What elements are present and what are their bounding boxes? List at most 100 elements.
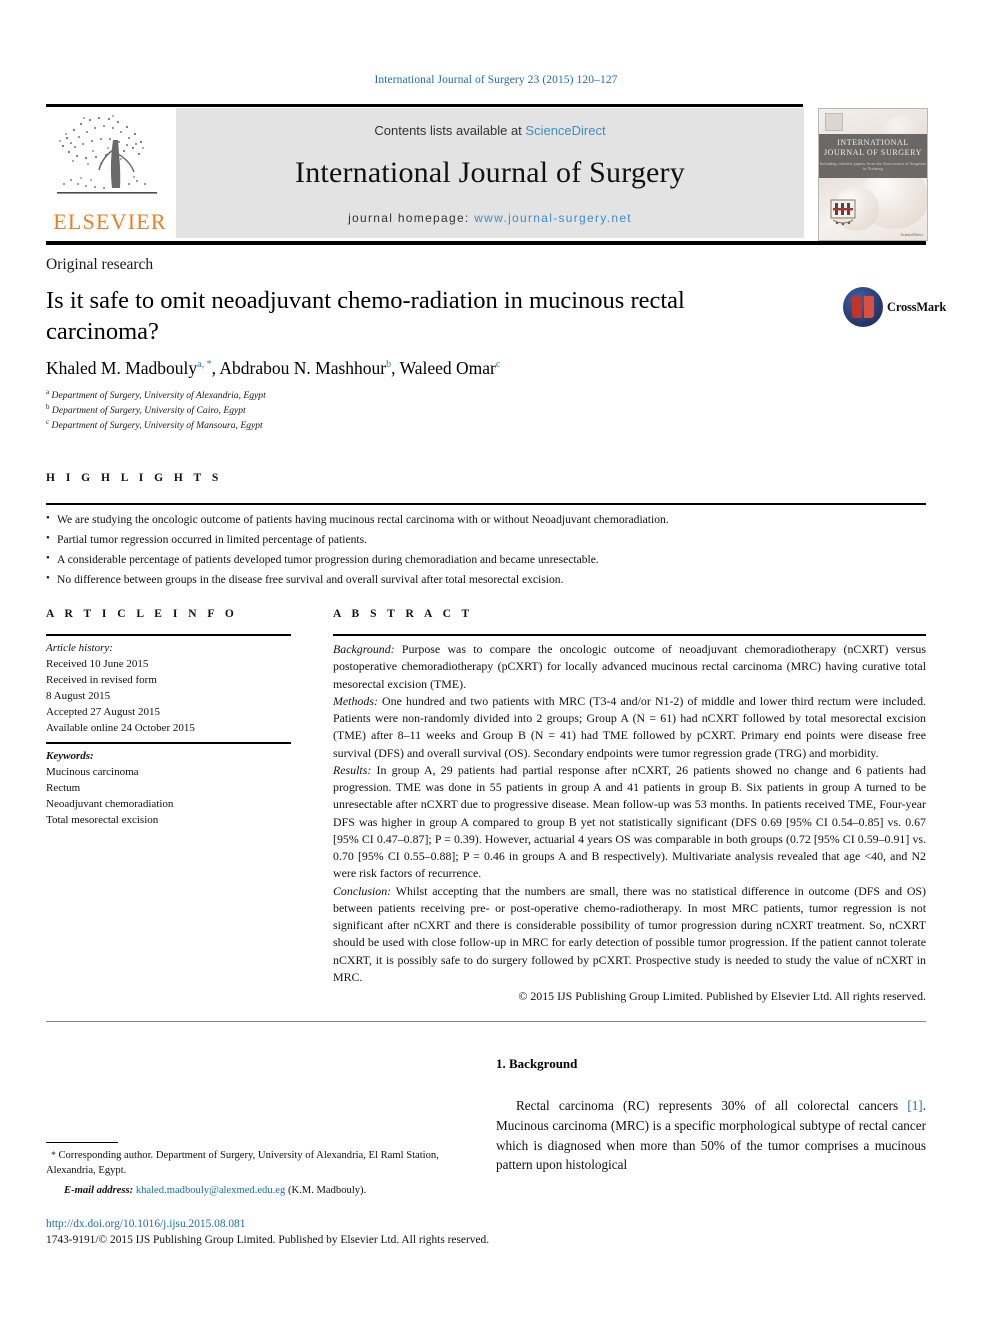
list-item: No difference between groups in the dise…	[46, 569, 926, 590]
history-line: Accepted 27 August 2015	[46, 705, 160, 718]
affiliation-mark: a	[46, 388, 50, 396]
journal-homepage-line: journal homepage: www.journal-surgery.ne…	[176, 211, 804, 225]
affiliation-item: a Department of Surgery, University of A…	[46, 388, 646, 403]
article-history-heading: Article history:	[46, 642, 113, 654]
history-line: Available online 24 October 2015	[46, 721, 195, 734]
corresponding-author-text: Corresponding author. Department of Surg…	[46, 1150, 439, 1177]
author-list: Khaled M. Madboulya, *, Abdrabou N. Mash…	[46, 358, 501, 378]
abstract-paragraph-methods: Methods: One hundred and two patients wi…	[333, 693, 926, 762]
email-suffix: (K.M. Madbouly).	[285, 1184, 367, 1196]
keywords-block: Keywords: Mucinous carcinoma Rectum Neoa…	[46, 749, 296, 829]
author-marks: a, *	[197, 359, 212, 371]
highlights-list: We are studying the oncologic outcome of…	[46, 509, 926, 590]
journal-cover-thumbnail: INTERNATIONAL JOURNAL OF SURGERY Includi…	[818, 108, 928, 241]
abstract-lead-background: Background:	[333, 642, 395, 656]
crossmark-circle-icon	[843, 287, 883, 327]
abstract-body: Background: Purpose was to compare the o…	[333, 641, 926, 1005]
crossmark-badge[interactable]: CrossMark	[843, 287, 946, 327]
highlights-heading: H I G H L I G H T S	[46, 472, 223, 484]
cover-title-line1: INTERNATIONAL	[837, 138, 909, 147]
affiliation-text: Department of Surgery, University of Cai…	[51, 404, 246, 416]
cover-footer-text: ScienceDirect	[900, 232, 923, 237]
contents-prefix: Contents lists available at	[374, 123, 526, 138]
crossmark-label: CrossMark	[887, 300, 947, 314]
author-marks: c	[495, 359, 501, 371]
abstract-lead-results: Results:	[333, 762, 372, 777]
body-divider-rule	[46, 1021, 926, 1022]
abstract-paragraph-background: Background: Purpose was to compare the o…	[333, 641, 926, 693]
keywords-rule	[46, 742, 291, 744]
article-type-label: Original research	[46, 256, 154, 273]
cover-title-band: INTERNATIONAL JOURNAL OF SURGERY Includi…	[819, 134, 927, 178]
masthead-top-rule	[46, 104, 803, 107]
list-item: Partial tumor regression occurred in lim…	[46, 529, 926, 550]
affiliation-text: Department of Surgery, University of Man…	[51, 419, 263, 431]
email-link[interactable]: khaled.madbouly@alexmed.edu.eg	[136, 1185, 286, 1196]
abstract-lead-methods: Methods:	[333, 693, 378, 708]
section-heading-background: 1. Background	[496, 1056, 578, 1071]
keyword-item: Mucinous carcinoma	[46, 765, 139, 778]
affiliation-item: c Department of Surgery, University of M…	[46, 418, 646, 433]
elsevier-logo: ELSEVIER	[46, 108, 174, 240]
cover-subtitle: Including selected papers from the Assoc…	[819, 161, 927, 171]
journal-homepage-link[interactable]: www.journal-surgery.net	[474, 211, 632, 225]
elsevier-wordmark: ELSEVIER	[53, 209, 167, 234]
abstract-text-results: In group A, 29 patients had partial resp…	[333, 762, 926, 881]
email-label: E-mail address:	[64, 1184, 134, 1196]
reference-link[interactable]: [1]	[907, 1098, 922, 1113]
cover-elsevier-mark	[825, 113, 843, 131]
journal-masthead: ELSEVIER Contents lists available at Sci…	[46, 108, 928, 241]
history-line: Received 10 June 2015	[46, 657, 149, 670]
masthead-bottom-rule	[46, 241, 926, 245]
body-paragraph: Rectal carcinoma (RC) represents 30% of …	[496, 1096, 926, 1175]
affiliation-list: a Department of Surgery, University of A…	[46, 388, 646, 432]
affiliation-mark: b	[46, 402, 50, 411]
abstract-text-conclusion: Whilst accepting that the numbers are sm…	[333, 883, 926, 984]
doi-link[interactable]: http://dx.doi.org/10.1016/j.ijsu.2015.08…	[46, 1218, 245, 1230]
footnote-block: * Corresponding author. Department of Su…	[46, 1148, 466, 1198]
journal-title: International Journal of Surgery	[295, 156, 685, 189]
list-item: We are studying the oncologic outcome of…	[46, 509, 926, 530]
abstract-paragraph-results: Results: In group A, 29 patients had par…	[333, 762, 926, 883]
crossmark-book-icon	[852, 296, 874, 318]
author-name: Khaled M. Madbouly	[46, 358, 198, 378]
cover-title-line2: JOURNAL OF SURGERY	[823, 148, 923, 157]
abstract-lead-conclusion: Conclusion:	[333, 883, 392, 898]
abstract-text-background: Purpose was to compare the oncologic out…	[333, 642, 926, 691]
article-history-block: Article history: Received 10 June 2015 R…	[46, 641, 296, 737]
abstract-paragraph-conclusion: Conclusion: Whilst accepting that the nu…	[333, 883, 926, 987]
page-title: Is it safe to omit neoadjuvant chemo-rad…	[46, 287, 685, 346]
abstract-rule	[333, 634, 926, 636]
homepage-prefix: journal homepage:	[348, 211, 475, 225]
body-text-part1: Rectal carcinoma (RC) represents 30% of …	[516, 1098, 908, 1113]
author-name: Abdrabou N. Mashhour	[219, 358, 387, 378]
journal-band: Contents lists available at ScienceDirec…	[176, 108, 804, 238]
history-line: 8 August 2015	[46, 689, 111, 702]
sciencedirect-link[interactable]: ScienceDirect	[525, 123, 605, 138]
email-note: E-mail address: khaled.madbouly@alexmed.…	[46, 1183, 466, 1198]
contents-available-line: Contents lists available at ScienceDirec…	[176, 123, 804, 138]
author-marks: b	[386, 359, 392, 371]
keyword-item: Rectum	[46, 781, 81, 794]
affiliation-text: Department of Surgery, University of Ale…	[51, 390, 266, 402]
body-column-right: Rectal carcinoma (RC) represents 30% of …	[496, 1096, 926, 1175]
journal-article-page: International Journal of Surgery 23 (201…	[0, 0, 992, 1323]
elsevier-tree-icon	[57, 115, 157, 194]
article-info-heading: A R T I C L E I N F O	[46, 608, 238, 620]
affiliation-mark: c	[46, 417, 50, 426]
history-line: Received in revised form	[46, 673, 157, 686]
keyword-item: Total mesorectal excision	[46, 813, 159, 826]
keyword-item: Neoadjuvant chemoradiation	[46, 797, 174, 810]
affiliation-item: b Department of Surgery, University of C…	[46, 403, 646, 418]
author-name: Waleed Omar	[399, 358, 496, 378]
abstract-copyright: © 2015 IJS Publishing Group Limited. Pub…	[518, 989, 926, 1003]
keywords-heading: Keywords:	[46, 750, 94, 762]
abstract-text-methods: One hundred and two patients with MRC (T…	[333, 693, 926, 760]
issn-copyright-line: 1743-9191/© 2015 IJS Publishing Group Li…	[46, 1234, 490, 1246]
highlights-rule	[46, 503, 926, 505]
abstract-heading: A B S T R A C T	[333, 608, 474, 620]
list-item: A considerable percentage of patients de…	[46, 549, 926, 570]
cover-crest-icon	[830, 199, 856, 226]
running-head: International Journal of Surgery 23 (201…	[374, 74, 618, 86]
footnote-rule	[46, 1142, 118, 1143]
